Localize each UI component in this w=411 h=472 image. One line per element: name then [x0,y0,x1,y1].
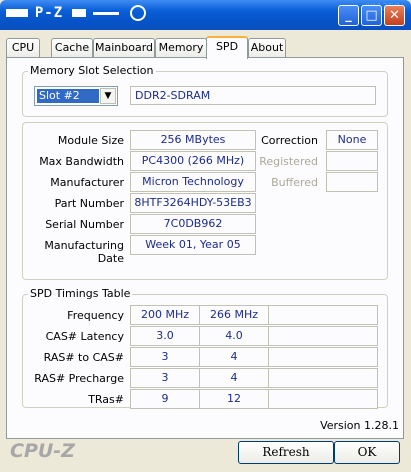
logo-text: P-Z [34,5,64,21]
maximize-icon: □ [365,8,378,23]
frequency-label: Frequency [67,309,124,322]
serial-number-label: Serial Number [45,218,124,231]
correction-label: Correction [261,134,318,147]
tab-cpu[interactable]: CPU [6,38,40,58]
buffered-value [326,172,378,192]
tras-value-3 [268,389,378,409]
part-number-value: 8HTF3264HDY-53EB3 [130,193,256,213]
ras-to-cas-value-2: 4 [199,347,269,367]
tras-label: TRas# [88,393,124,406]
manufacturer-label: Manufacturer [50,176,124,189]
buffered-label: Buffered [271,176,318,189]
tab-spd[interactable]: SPD [206,36,248,59]
registered-value [326,151,378,171]
memory-type-field: DDR2-SDRAM [130,86,376,105]
ras-to-cas-label: RAS# to CAS# [43,351,124,364]
ras-precharge-value-2: 4 [199,368,269,388]
max-bandwidth-label: Max Bandwidth [39,155,124,168]
cas-latency-label: CAS# Latency [45,330,124,343]
spd-timings-title: SPD Timings Table [28,287,133,300]
close-button[interactable]: ✕ [384,5,405,26]
max-bandwidth-value: PC4300 (266 MHz) [130,151,256,171]
correction-value: None [326,130,378,150]
ras-precharge-value-3 [268,368,378,388]
ok-button[interactable]: OK [334,441,400,464]
manufacturing-date-label: Manufacturing Date [44,239,124,265]
tras-value-2: 12 [199,389,269,409]
chevron-down-icon[interactable]: ▼ [100,88,116,104]
tab-mainboard[interactable]: Mainboard [93,38,155,58]
logo-block-1 [6,9,28,17]
cas-latency-value-2: 4.0 [199,326,269,346]
logo-line [92,11,119,15]
ras-precharge-label: RAS# Precharge [34,372,124,385]
frequency-value-1: 200 MHz [130,305,200,325]
cpuz-brand-logo: CPU-Z [10,440,75,462]
ras-to-cas-value-3 [268,347,378,367]
slot-select[interactable]: Slot #2 ▼ [34,86,118,106]
manufacturer-value: Micron Technology [130,172,256,192]
module-size-label: Module Size [57,134,124,147]
version-text: Version 1.28.1 [320,419,399,432]
logo-block-2 [71,9,86,17]
tab-about[interactable]: About [248,38,286,58]
cas-latency-value-3 [268,326,378,346]
frequency-value-2: 266 MHz [199,305,269,325]
logo-emblem-icon [129,5,146,21]
tab-memory[interactable]: Memory [155,38,207,58]
ras-to-cas-value-1: 3 [130,347,200,367]
refresh-button[interactable]: Refresh [238,441,334,464]
close-icon: ✕ [389,8,400,23]
frequency-value-3 [268,305,378,325]
slot-selection-title: Memory Slot Selection [28,64,156,77]
serial-number-value: 7C0DB962 [130,214,256,234]
cas-latency-value-1: 3.0 [130,326,200,346]
minimize-icon: _ [345,8,352,23]
slot-selected-value: Slot #2 [37,89,99,103]
minimize-button[interactable]: _ [338,5,359,26]
manufacturing-date-value: Week 01, Year 05 [130,235,256,255]
app-logo: P-Z [6,5,146,25]
title-bar: P-Z #01358 _ □ ✕ [0,0,411,30]
registered-label: Registered [259,155,318,168]
tab-cache[interactable]: Cache [51,38,93,58]
tras-value-1: 9 [130,389,200,409]
part-number-label: Part Number [54,197,124,210]
maximize-button[interactable]: □ [361,5,382,26]
module-size-value: 256 MBytes [130,130,256,150]
ras-precharge-value-1: 3 [130,368,200,388]
